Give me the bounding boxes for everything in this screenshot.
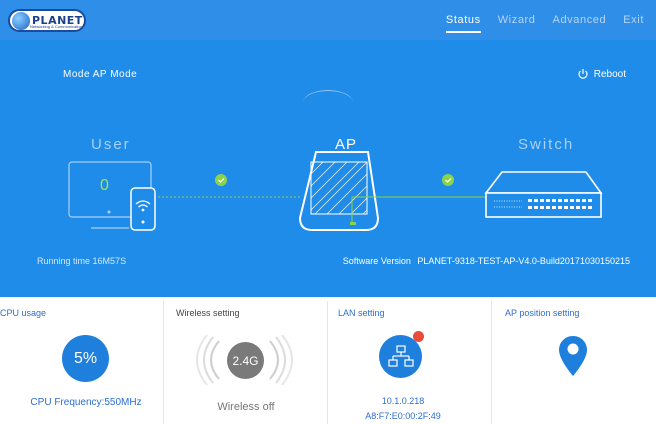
wireless-setting-panel[interactable]: Wireless setting 2.4G Wireless off [164,301,328,424]
lan-setting-title: LAN setting [338,308,385,318]
location-pin-icon[interactable] [558,335,588,377]
ap-signal-arc [303,90,353,115]
mode-value: AP Mode [92,69,138,80]
reboot-button[interactable]: Reboot [577,68,626,80]
phone-wifi-icon [130,187,156,231]
cpu-usage-title: CPU usage [0,308,47,318]
user-label: User [91,136,131,153]
user-link-status-dot [215,174,227,186]
main-nav: Status Wizard Advanced Exit [445,14,644,33]
running-time-label: Running time [37,256,91,266]
wave-right-icon [269,335,293,385]
ap-label: AP [335,136,358,153]
nav-advanced[interactable]: Advanced [553,14,607,33]
switch-device-icon [484,171,603,218]
mode-label: Mode [63,69,91,80]
connected-user-count[interactable]: 0 [100,177,109,195]
status-overview: Mode AP Mode Reboot User AP Switch 0 Run… [0,40,656,297]
top-navigation-bar: PLANET Networking & Communication Status… [0,0,656,40]
software-version-label: Software Version [342,256,411,266]
nav-exit[interactable]: Exit [623,14,644,33]
operation-mode: Mode AP Mode [63,69,137,80]
nav-wizard[interactable]: Wizard [498,14,536,33]
cpu-frequency: CPU Frequency:550MHz [30,397,142,408]
wireless-state: Wireless off [217,401,275,413]
lan-alert-badge [413,331,424,342]
power-icon [578,69,588,79]
software-version: Software Version PLANET-9318-TEST-AP-V4.… [343,256,630,266]
planet-logo[interactable]: PLANET Networking & Communication [8,9,86,32]
running-time-value: 16M57S [92,256,127,266]
wireless-setting-title: Wireless setting [176,308,240,318]
reboot-label: Reboot [593,68,626,80]
globe-icon [12,11,30,30]
lan-setting-panel[interactable]: LAN setting 10.1.0.218 A8:F7:E0:00:2F:49 [328,301,492,424]
nav-status[interactable]: Status [445,14,481,33]
ap-device-icon [298,151,380,231]
ap-position-title: AP position setting [505,308,580,318]
cpu-usage-panel: CPU usage 5% CPU Frequency:550MHz [0,301,164,424]
cpu-usage-value: 5% [62,335,109,382]
switch-link-status-dot [442,174,454,186]
switch-label: Switch [518,136,575,153]
lan-network-icon [388,345,414,367]
software-version-value: PLANET-9318-TEST-AP-V4.0-Build2017103015… [417,256,630,266]
brand-tagline: Networking & Communication [30,24,83,29]
lan-mac-address: A8:F7:E0:00:2F:49 [365,411,441,421]
wave-left-icon [196,335,220,385]
running-time: Running time 16M57S [37,256,126,266]
wireless-band[interactable]: 2.4G [227,342,264,379]
lan-ip-address: 10.1.0.218 [381,396,425,406]
ap-position-panel[interactable]: AP position setting [492,301,656,424]
status-panels: CPU usage 5% CPU Frequency:550MHz Wirele… [0,301,656,424]
